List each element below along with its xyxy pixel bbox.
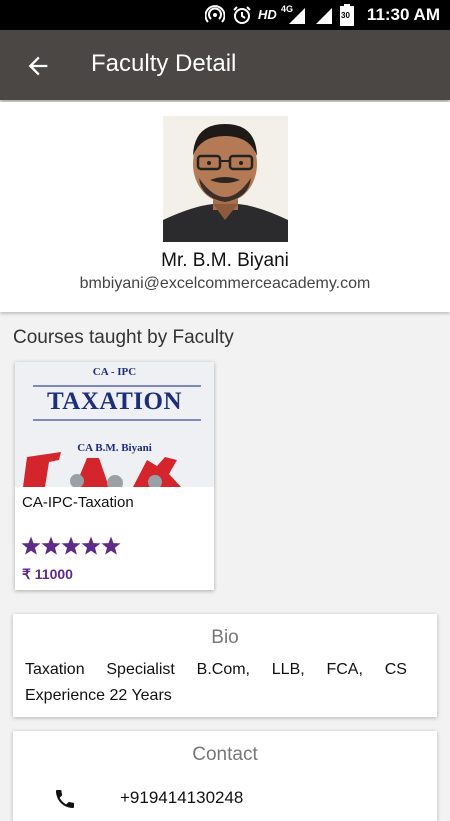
battery-level: 30 <box>341 11 350 20</box>
hotspot-icon <box>205 5 225 23</box>
bio-word: Taxation <box>25 661 85 678</box>
bio-card: Bio Taxation Specialist B.Com, LLB, FCA,… <box>13 614 437 717</box>
rating-star-icon <box>81 536 101 555</box>
page-title: Faculty Detail <box>91 50 237 77</box>
bio-heading: Bio <box>211 627 239 648</box>
cover-title: TAXATION <box>46 388 183 415</box>
faculty-profile-card: Mr. B.M. Biyani bmbiyani@excelcommerceac… <box>0 102 450 312</box>
alarm-icon <box>233 6 251 24</box>
arrow-back-icon[interactable] <box>24 52 52 80</box>
rating-star-icon <box>41 536 61 555</box>
app-bar: Faculty Detail <box>0 30 450 100</box>
bio-line-1: Taxation Specialist B.Com, LLB, FCA, CS <box>25 657 407 683</box>
hd-label: HD <box>258 7 277 22</box>
rating-star-icon <box>61 536 81 555</box>
course-price: ₹ 11000 <box>22 566 73 582</box>
bio-line-2: Experience 22 Years <box>25 687 172 704</box>
bio-word: LLB, <box>271 661 305 678</box>
faculty-email: bmbiyani@excelcommerceacademy.com <box>79 275 371 292</box>
course-name: CA-IPC-Taxation <box>22 494 134 511</box>
contact-card: Contact +919414130248 <box>13 731 437 821</box>
course-cover-background <box>15 362 214 487</box>
bio-word: B.Com, <box>196 661 250 678</box>
rating-star-icon <box>21 536 41 555</box>
course-rating <box>21 536 121 561</box>
courses-section-title: Courses taught by Faculty <box>13 327 234 348</box>
course-cover-image: CA - IPC TAXATION CA B.M. Biyani <box>15 362 214 487</box>
signal-icon <box>289 8 305 24</box>
cover-author: CA B.M. Biyani <box>77 442 152 454</box>
phone-number[interactable]: +919414130248 <box>120 788 243 808</box>
signal-icon <box>316 8 332 24</box>
faculty-name: Mr. B.M. Biyani <box>161 250 289 271</box>
faculty-photo <box>163 116 288 242</box>
star-rating-icons <box>21 536 121 555</box>
contact-heading: Contact <box>192 744 258 765</box>
phone-icon[interactable] <box>53 787 77 811</box>
bio-text: Taxation Specialist B.Com, LLB, FCA, CS … <box>25 657 407 709</box>
status-time: 11:30 AM <box>366 5 440 24</box>
status-bar: HD 4G 30 11:30 AM <box>0 0 450 30</box>
bio-word: CS <box>384 661 407 678</box>
bio-word: FCA, <box>326 661 363 678</box>
cover-header: CA - IPC <box>92 366 137 378</box>
course-card[interactable]: CA - IPC TAXATION CA B.M. Biyani CA-IPC-… <box>15 362 214 590</box>
rating-star-icon <box>101 536 121 555</box>
bio-word: Specialist <box>106 661 175 678</box>
